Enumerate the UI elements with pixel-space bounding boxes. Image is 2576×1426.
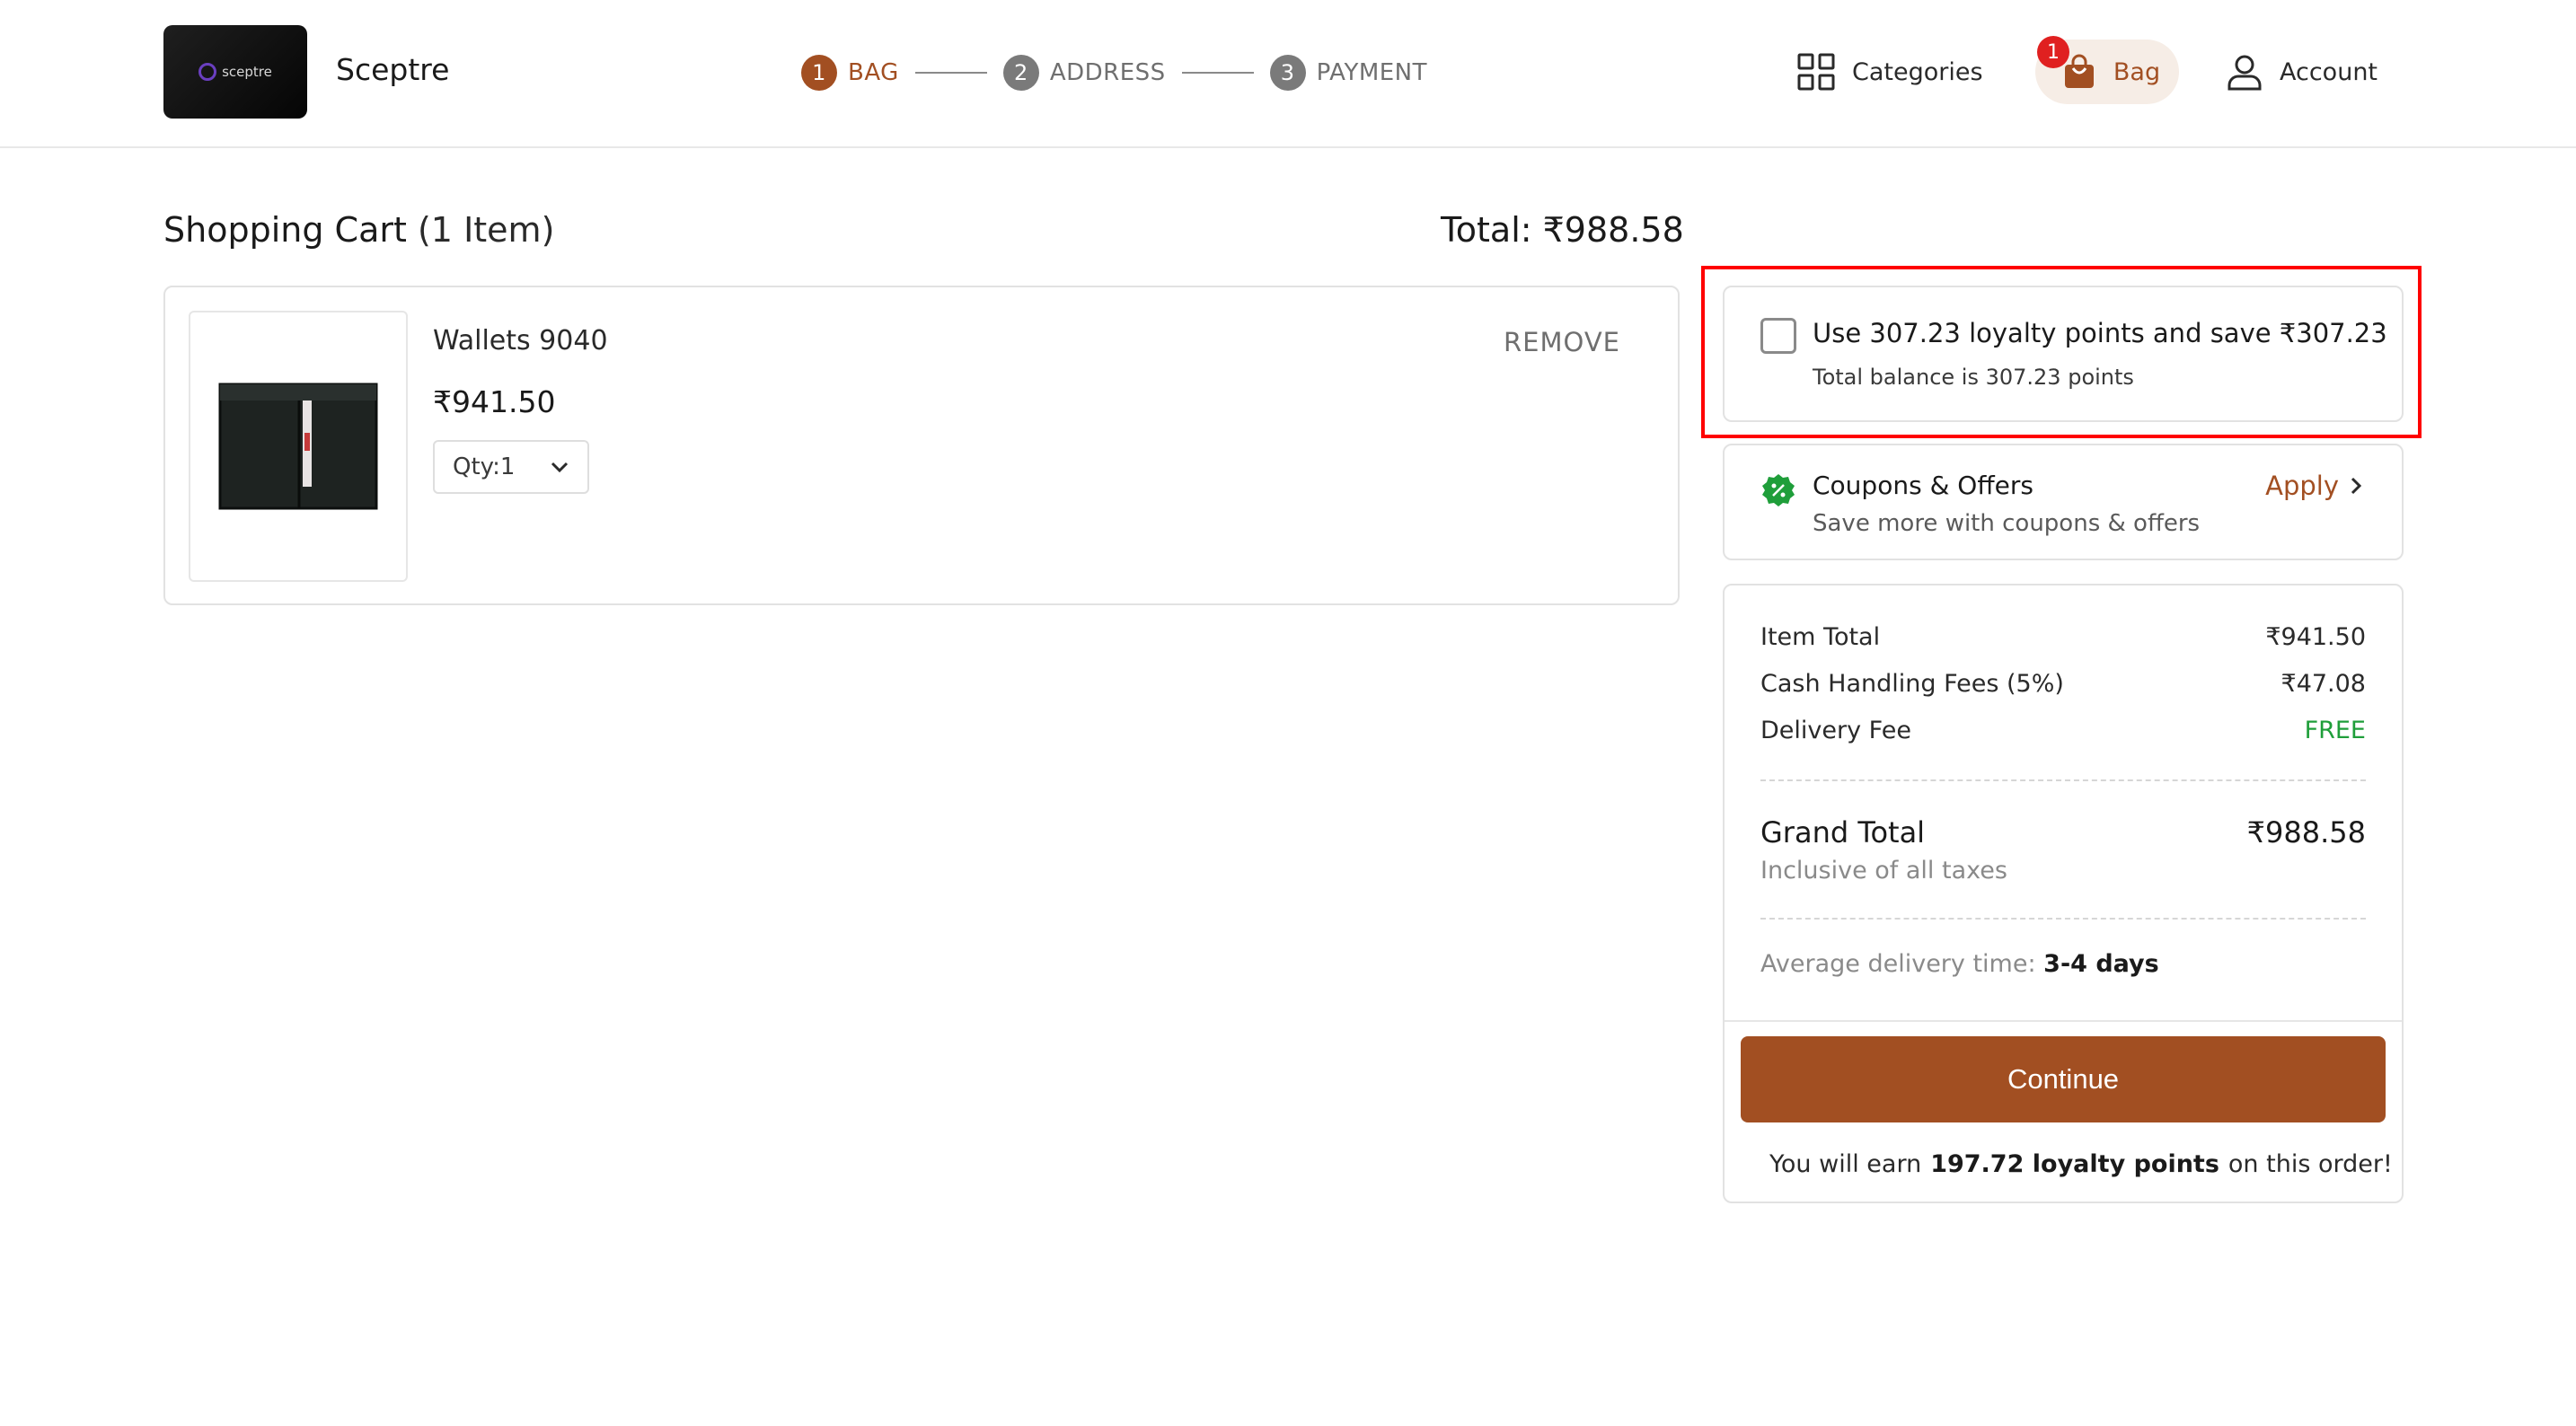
continue-button[interactable]: Continue — [1741, 1036, 2386, 1122]
coupons-card[interactable]: Coupons & Offers Save more with coupons … — [1723, 444, 2404, 560]
product-price: ₹941.50 — [433, 384, 556, 419]
step-number: 3 — [1269, 55, 1306, 91]
earn-prefix: You will earn — [1769, 1149, 1922, 1178]
summary-label: Delivery Fee — [1760, 717, 1911, 744]
cart-item-count: (1 Item) — [417, 210, 555, 250]
order-summary: Item Total ₹941.50 Cash Handling Fees (5… — [1723, 584, 2404, 1203]
step-number: 2 — [1002, 55, 1039, 91]
user-icon — [2228, 55, 2262, 91]
summary-row-delivery-fee: Delivery Fee FREE — [1760, 717, 2366, 744]
step-address: 2 ADDRESS — [1002, 55, 1166, 91]
product-image[interactable] — [189, 311, 408, 582]
nav-bag-label: Bag — [2113, 57, 2161, 86]
loyalty-points-text: Use 307.23 loyalty points and save ₹307.… — [1813, 318, 2387, 348]
bag-count-badge: 1 — [2037, 36, 2069, 68]
earn-suffix: on this order! — [2228, 1149, 2393, 1178]
summary-label: Cash Handling Fees (5%) — [1760, 670, 2064, 698]
delivery-prefix: Average delivery time: — [1760, 950, 2036, 978]
loyalty-earn-note: You will earn 197.72 loyalty points on t… — [1760, 1144, 2393, 1184]
grand-total-label: Grand Total — [1760, 815, 1926, 849]
nav-categories-label: Categories — [1852, 57, 1983, 86]
apply-coupon-button[interactable]: Apply — [2265, 471, 2364, 501]
dashed-divider — [1760, 918, 2366, 920]
divider — [1725, 1020, 2402, 1022]
delivery-value: 3-4 days — [2043, 950, 2159, 978]
loyalty-checkbox[interactable] — [1760, 318, 1796, 354]
step-connector — [1181, 72, 1254, 74]
grand-total-value: ₹988.58 — [2246, 815, 2366, 849]
brand-name[interactable]: Sceptre — [336, 52, 449, 87]
step-connector — [914, 72, 987, 74]
wallet-image — [218, 383, 378, 510]
discount-badge-icon — [1762, 474, 1795, 506]
step-label: PAYMENT — [1316, 59, 1428, 86]
product-name[interactable]: Wallets 9040 — [433, 325, 608, 356]
summary-value: ₹941.50 — [2265, 623, 2366, 651]
qty-label: Qty: — [453, 453, 500, 480]
brand-logo[interactable]: sceptre — [163, 25, 307, 119]
cart-item: Wallets 9040 ₹941.50 Qty:1 REMOVE — [163, 286, 1680, 605]
cart-title-text: Shopping Cart — [163, 210, 407, 250]
loyalty-balance-text: Total balance is 307.23 points — [1813, 365, 2134, 390]
remove-button[interactable]: REMOVE — [1504, 327, 1620, 357]
step-number: 1 — [801, 55, 837, 91]
nav-account-label: Account — [2280, 57, 2378, 86]
quantity-select[interactable]: Qty:1 — [433, 440, 589, 494]
loyalty-points-card[interactable]: Use 307.23 loyalty points and save ₹307.… — [1723, 286, 2404, 422]
coupons-subtitle: Save more with coupons & offers — [1813, 510, 2201, 537]
page-title: Shopping Cart (1 Item) — [163, 210, 554, 250]
step-label: BAG — [848, 59, 899, 86]
coupons-title: Coupons & Offers — [1813, 471, 2033, 500]
chevron-right-icon — [2351, 477, 2362, 495]
top-header: sceptre Sceptre 1 BAG 2 ADDRESS 3 PAYMEN… — [0, 0, 2576, 148]
cart-total: Total: ₹988.58 — [1441, 210, 1684, 250]
qty-value: 1 — [499, 453, 516, 480]
earn-points: 197.72 loyalty points — [1930, 1149, 2219, 1178]
summary-row-item-total: Item Total ₹941.50 — [1760, 623, 2366, 651]
step-bag: 1 BAG — [801, 55, 899, 91]
dashed-divider — [1760, 779, 2366, 781]
apply-label: Apply — [2265, 471, 2339, 501]
nav-account[interactable]: Account — [2226, 40, 2378, 104]
step-payment: 3 PAYMENT — [1269, 55, 1428, 91]
logo-mark-icon — [198, 63, 217, 81]
logo-text: sceptre — [222, 64, 272, 80]
chevron-down-icon — [551, 462, 569, 473]
nav-categories[interactable]: Categories — [1796, 40, 1983, 104]
grid-icon — [1797, 53, 1835, 91]
summary-value: FREE — [2304, 717, 2366, 744]
summary-value: ₹47.08 — [2280, 670, 2366, 698]
delivery-time: Average delivery time: 3-4 days — [1760, 950, 2159, 978]
checkout-steps: 1 BAG 2 ADDRESS 3 PAYMENT — [801, 54, 1427, 92]
step-label: ADDRESS — [1049, 59, 1166, 86]
summary-row-cash-fees: Cash Handling Fees (5%) ₹47.08 — [1760, 670, 2366, 698]
summary-label: Item Total — [1760, 623, 1881, 651]
grand-total-subtitle: Inclusive of all taxes — [1760, 857, 2007, 885]
